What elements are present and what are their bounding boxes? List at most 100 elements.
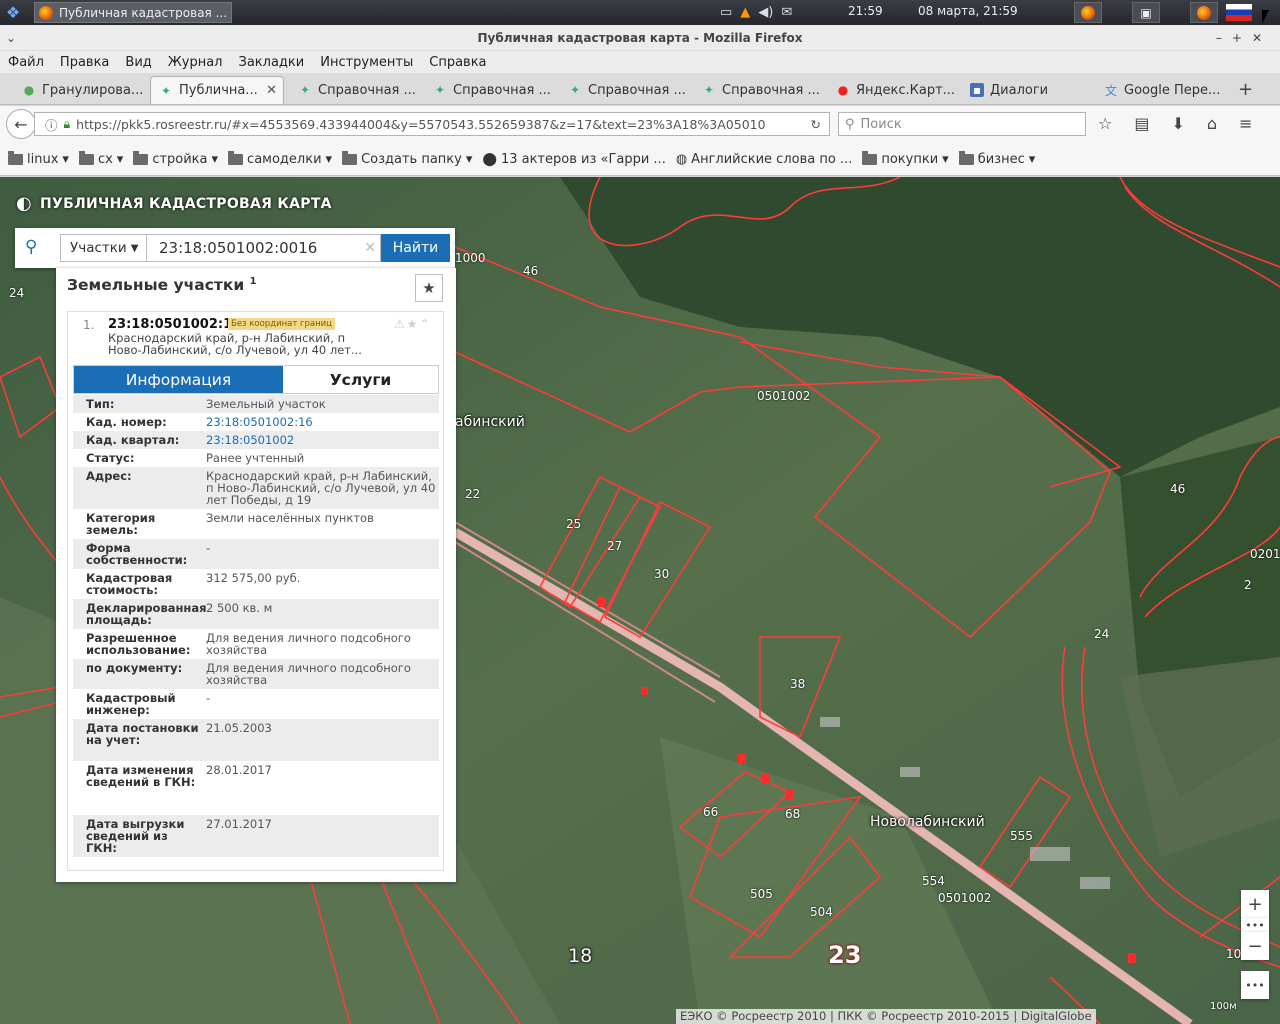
- window-list-icon[interactable]: ▣: [1132, 2, 1160, 23]
- folder-icon: [133, 151, 149, 165]
- tab-google-translate[interactable]: 文 Google Пере...: [1096, 76, 1226, 104]
- attr-key: Кад. номер:: [86, 415, 167, 429]
- keyboard-layout-flag-icon[interactable]: [1226, 4, 1252, 21]
- menu-bookmarks[interactable]: Закладки: [239, 55, 305, 70]
- folder-icon: [78, 151, 94, 165]
- menu-help[interactable]: Справка: [429, 55, 486, 70]
- tab-dialogs[interactable]: ▪ Диалоги: [962, 76, 1092, 104]
- zoom-out-button[interactable]: −: [1241, 932, 1269, 960]
- volume-icon[interactable]: ◀): [758, 5, 773, 20]
- taskbar: ❖ Публичная кадастровая ... ▭ ▲ ◀) ✉ 21:…: [0, 0, 1280, 25]
- taskbar-task-title: Публичная кадастровая ...: [59, 5, 228, 20]
- window-titlebar: ⌄ Публичная кадастровая карта - Mozilla …: [0, 25, 1280, 51]
- menu-tools[interactable]: Инструменты: [320, 55, 413, 70]
- collapse-chevron-icon[interactable]: ⌃: [420, 317, 432, 331]
- attr-key: Дата изменения сведений в ГКН:: [86, 763, 196, 789]
- star-icon[interactable]: ★: [407, 317, 420, 331]
- attr-key: Кад. квартал:: [86, 433, 180, 447]
- url-text[interactable]: https://pkk5.rosreestr.ru/#x=4553569.433…: [76, 117, 766, 132]
- search-category-select[interactable]: Участки ▼: [60, 234, 147, 262]
- tab-yandex-maps[interactable]: ● Яндекс.Карт...: [828, 76, 958, 104]
- bookmark-folder-linux[interactable]: linux ▾: [8, 151, 69, 167]
- warning-icon[interactable]: ⚠: [394, 317, 407, 331]
- menu-view[interactable]: Вид: [125, 55, 151, 70]
- attr-value: 2 500 кв. м: [206, 601, 273, 615]
- start-menu-icon[interactable]: ❖: [0, 0, 26, 25]
- clear-icon[interactable]: ✕: [364, 240, 376, 256]
- info-icon[interactable]: ⓘ: [45, 115, 58, 134]
- tab-information[interactable]: Информация: [74, 366, 283, 393]
- favorite-star-button[interactable]: ★: [415, 274, 443, 302]
- cadastral-map[interactable]: ◐ ПУБЛИЧНАЯ КАДАСТРОВАЯ КАРТА 1000 46 24…: [0, 177, 1280, 1024]
- reading-list-icon[interactable]: ▤: [1134, 114, 1149, 133]
- taskbar-firefox-task[interactable]: Публичная кадастровая ...: [34, 2, 232, 23]
- more-tools-button[interactable]: •••: [1241, 971, 1269, 999]
- mail-icon[interactable]: ✉: [781, 5, 792, 20]
- tab-pkk-active[interactable]: ✦ Публична... ✕: [150, 76, 284, 104]
- bookmark-harry-potter[interactable]: ⬤ 13 актеров из «Гарри ...: [482, 152, 665, 167]
- bookmark-folder-biznes[interactable]: бизнес ▾: [958, 151, 1035, 167]
- bookmark-label: 13 актеров из «Гарри ...: [500, 152, 666, 167]
- bookmark-folder-stroyka[interactable]: стройка ▾: [133, 151, 218, 167]
- map-label: 68: [785, 807, 801, 821]
- attr-key: Дата постановки на учет:: [86, 721, 199, 747]
- tab-services[interactable]: Услуги: [283, 366, 438, 393]
- new-tab-button[interactable]: +: [1238, 79, 1253, 100]
- clock[interactable]: 21:59: [848, 4, 883, 18]
- reload-icon[interactable]: ↻: [811, 117, 821, 132]
- home-icon[interactable]: ⌂: [1207, 114, 1217, 133]
- firefox-launcher-icon[interactable]: [1074, 2, 1102, 23]
- back-button[interactable]: ←: [6, 109, 36, 139]
- find-button[interactable]: Найти: [381, 234, 450, 262]
- close-tab-icon[interactable]: ✕: [266, 83, 277, 98]
- bookmark-folder-pokupki[interactable]: покупки ▾: [862, 151, 949, 167]
- map-brand[interactable]: ◐ ПУБЛИЧНАЯ КАДАСТРОВАЯ КАРТА: [16, 193, 332, 214]
- vlc-icon[interactable]: ▲: [740, 5, 750, 20]
- menu-file[interactable]: Файл: [8, 55, 44, 70]
- download-icon[interactable]: ⬇: [1171, 114, 1184, 133]
- translate-icon: 文: [1104, 83, 1117, 98]
- attr-value: Краснодарский край, р-н Лабинский, п Нов…: [206, 469, 436, 507]
- search-icon[interactable]: ⚲: [25, 237, 37, 257]
- map-label: 66: [703, 805, 719, 819]
- network-icon[interactable]: ▭: [720, 5, 732, 20]
- attr-value: -: [206, 541, 211, 555]
- window-controls[interactable]: –+✕: [1216, 25, 1272, 51]
- results-panel: Земельные участки 1 ★ 1. 23:18:0501002:1…: [56, 268, 456, 882]
- zoom-in-button[interactable]: +: [1241, 890, 1269, 918]
- parcel-cad-number[interactable]: 23:18:0501002:16: [108, 317, 241, 332]
- cad-number-link[interactable]: 23:18:0501002:16: [206, 416, 436, 428]
- tab-spravochnaya-2[interactable]: ✦ Справочная ...: [425, 76, 555, 104]
- menu-history[interactable]: Журнал: [168, 55, 223, 70]
- bookmark-english-words[interactable]: ◍ Английские слова по ...: [676, 152, 853, 167]
- zoom-more-icon[interactable]: •••: [1241, 918, 1269, 932]
- bookmark-folder-new[interactable]: Создать папку ▾: [342, 151, 472, 167]
- tab-spravochnaya-3[interactable]: ✦ Справочная ...: [560, 76, 690, 104]
- menu-edit[interactable]: Правка: [60, 55, 109, 70]
- hamburger-menu-icon[interactable]: ≡: [1239, 114, 1252, 133]
- window-menu-icon[interactable]: ⌄: [6, 25, 16, 51]
- map-zone-label: 23: [828, 941, 862, 969]
- attr-value: -: [206, 691, 211, 705]
- cad-quarter-link[interactable]: 23:18:0501002: [206, 434, 436, 446]
- attr-value: Для ведения личного подсобного хозяйства: [206, 631, 411, 657]
- attr-row-cost: Кадастровая стоимость: 312 575,00 руб.: [73, 569, 439, 599]
- tab-spravochnaya-4[interactable]: ✦ Справочная ...: [694, 76, 824, 104]
- search-field[interactable]: ⚲ Поиск: [838, 112, 1086, 136]
- attr-key: Тип:: [86, 397, 115, 411]
- card-tabs: Информация Услуги: [73, 365, 439, 394]
- bookmark-folder-samodelki[interactable]: самоделки ▾: [228, 151, 332, 167]
- tab-granulirovanie[interactable]: ● Гранулирова...: [14, 76, 146, 104]
- url-bar[interactable]: ⓘ 🔒︎ https://pkk5.rosreestr.ru/#x=455356…: [34, 112, 830, 136]
- lock-icon[interactable]: 🔒︎: [64, 116, 71, 132]
- tab-label: Диалоги: [990, 82, 1049, 98]
- firefox-icon: [39, 5, 53, 20]
- firefox-window-icon[interactable]: [1190, 2, 1218, 23]
- cadastral-number-input[interactable]: 23:18:0501002:0016 ✕: [146, 234, 381, 262]
- attr-key: Форма собственности:: [86, 541, 188, 567]
- bookmark-star-icon[interactable]: ☆: [1098, 114, 1112, 133]
- bookmark-label: покупки: [881, 152, 939, 167]
- attr-value: Ранее учтенный: [206, 451, 305, 465]
- tab-spravochnaya-1[interactable]: ✦ Справочная ...: [290, 76, 420, 104]
- bookmark-folder-sh[interactable]: сх ▾: [78, 151, 123, 167]
